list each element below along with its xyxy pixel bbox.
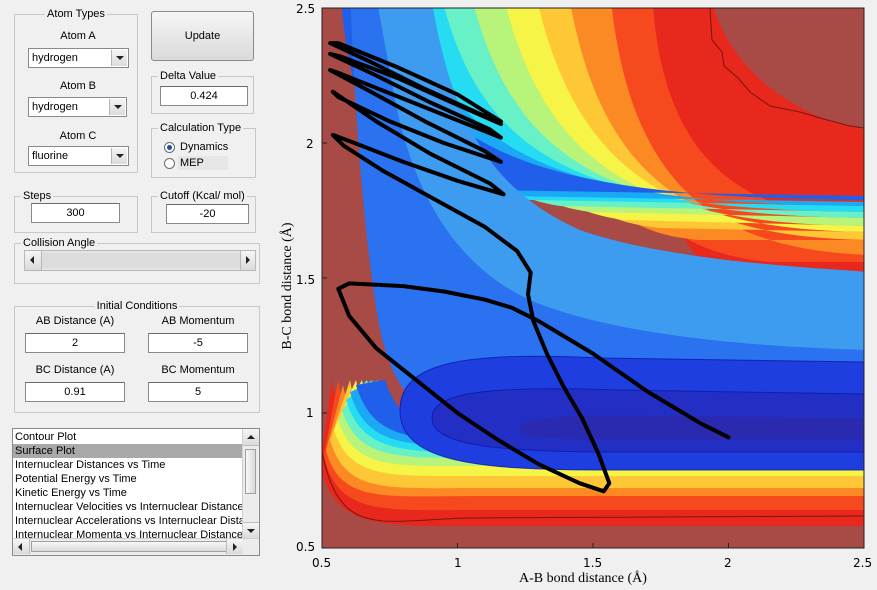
x-tick-label: 2.5 (853, 556, 873, 570)
y-axis-title: B-C bond distance (Å) (280, 222, 295, 350)
x-tick-label: 1 (454, 556, 462, 570)
surface-plot[interactable] (0, 0, 877, 590)
y-tick-label: 1 (306, 406, 314, 420)
y-tick-label: 2 (306, 137, 314, 151)
y-tick-label: 0.5 (296, 540, 316, 554)
x-tick-label: 1.5 (583, 556, 603, 570)
y-tick-label: 1.5 (296, 273, 316, 287)
x-tick-label: 0.5 (312, 556, 332, 570)
x-axis-title: A-B bond distance (Å) (519, 571, 647, 586)
x-tick-label: 2 (724, 556, 732, 570)
y-tick-label: 2.5 (296, 2, 316, 16)
